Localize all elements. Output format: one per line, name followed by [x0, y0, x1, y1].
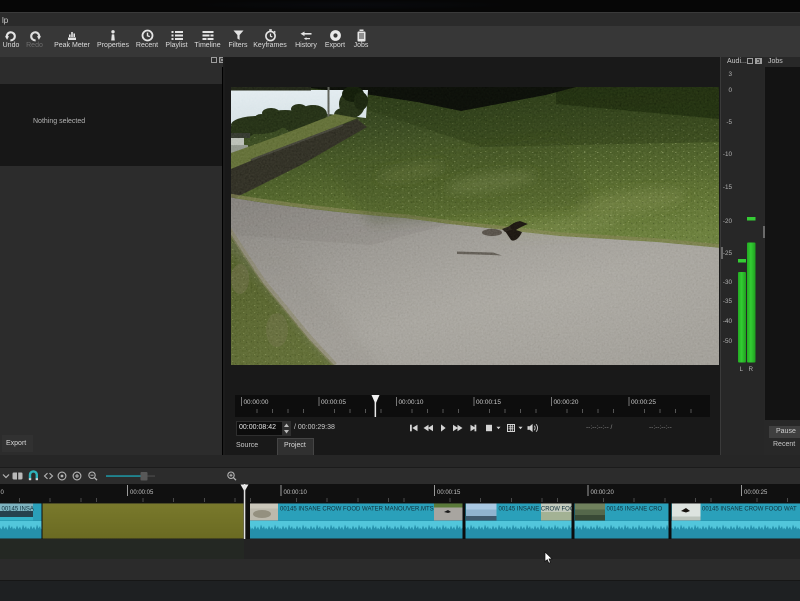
- svg-text:00:00:25: 00:00:25: [631, 399, 656, 406]
- svg-text:00:00:05: 00:00:05: [130, 490, 154, 496]
- svg-text:00145 INSANE CRO: 00145 INSANE CRO: [607, 507, 663, 513]
- svg-text:00:00:10: 00:00:10: [399, 399, 424, 406]
- svg-text:-20: -20: [723, 218, 733, 225]
- svg-text:00:00:00: 00:00:00: [244, 399, 269, 406]
- svg-text:-50: -50: [723, 338, 733, 345]
- svg-text:-25: -25: [723, 250, 733, 257]
- svg-text:L: L: [740, 366, 744, 373]
- svg-text:-35: -35: [723, 298, 733, 305]
- svg-text:-30: -30: [723, 279, 733, 286]
- svg-text:0: 0: [728, 87, 732, 94]
- svg-text:-10: -10: [723, 151, 733, 158]
- svg-text:00:00:20: 00:00:20: [554, 399, 579, 406]
- svg-text:00145 INSANE CROW FOOD WATER M: 00145 INSANE CROW FOOD WATER MANOUVER.MT…: [280, 507, 434, 513]
- svg-text:R: R: [749, 366, 754, 373]
- svg-text:00145 INSA: 00145 INSA: [2, 507, 34, 513]
- svg-text:00145 INSANE CROW FOOD WAT: 00145 INSANE CROW FOOD WAT: [702, 507, 797, 513]
- svg-text:00:00:25: 00:00:25: [744, 490, 768, 496]
- svg-text:00:00:15: 00:00:15: [437, 490, 461, 496]
- svg-text:-40: -40: [723, 318, 733, 325]
- svg-text:3: 3: [728, 71, 732, 78]
- svg-text:00:00:10: 00:00:10: [284, 490, 308, 496]
- svg-text:00:00:20: 00:00:20: [591, 490, 615, 496]
- svg-text:00:00:05: 00:00:05: [321, 399, 346, 406]
- svg-text:00145 INSANE CROW FOO: 00145 INSANE CROW FOO: [499, 507, 575, 513]
- svg-text:0: 0: [1, 490, 5, 496]
- svg-text:-15: -15: [723, 184, 733, 191]
- svg-text:00:00:15: 00:00:15: [476, 399, 501, 406]
- svg-text:-5: -5: [726, 119, 732, 126]
